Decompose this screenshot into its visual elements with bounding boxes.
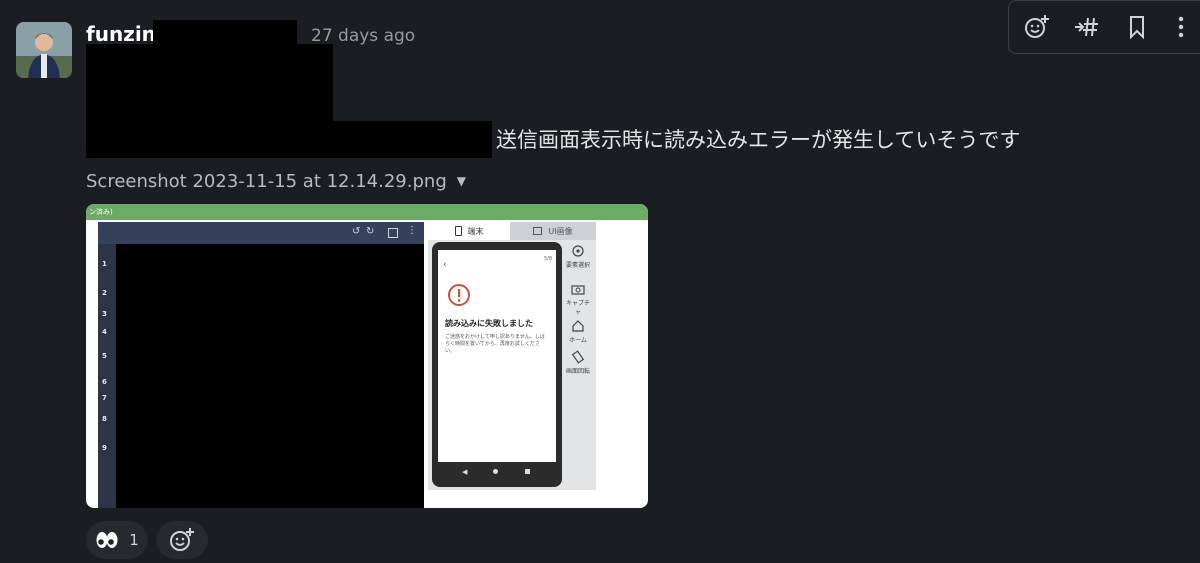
row-number: 7 xyxy=(102,394,107,402)
tool-capture: キャプチャ xyxy=(564,282,592,316)
back-arrow-icon: ‹ xyxy=(443,260,447,270)
attachment-filename-label: Screenshot 2023-11-15 at 12.14.29.png xyxy=(86,171,447,192)
redacted-block xyxy=(116,244,424,508)
tab-ui-image: UI画像 xyxy=(510,222,596,240)
tab-device: 端末 xyxy=(428,222,510,240)
more-actions-button[interactable] xyxy=(1161,7,1200,47)
row-number: 2 xyxy=(102,289,107,297)
tool-select-element: 要素選択 xyxy=(564,244,592,269)
row-number: 6 xyxy=(102,378,107,386)
device-screen: 5/8 ‹ 読み込みに失敗しました ご迷惑をおかけして申し訳ありません。しばらく… xyxy=(438,250,556,462)
forward-to-channel-button[interactable] xyxy=(1067,7,1107,47)
row-number: 3 xyxy=(102,310,107,318)
error-icon xyxy=(448,284,470,306)
bookmark-button[interactable] xyxy=(1117,7,1157,47)
more-icon: ⋮ xyxy=(407,225,417,236)
row-number: 1 xyxy=(102,260,107,268)
add-reaction-button[interactable] xyxy=(1017,7,1057,47)
attachment-filename[interactable]: Screenshot 2023-11-15 at 12.14.29.png ▼ xyxy=(86,171,466,192)
add-reaction-icon xyxy=(1025,15,1049,38)
avatar[interactable] xyxy=(16,22,72,78)
preview-editor-toolbar: ↺ ↻ ⋮ xyxy=(98,222,424,244)
eyes-emoji-icon xyxy=(95,531,119,549)
row-number: 4 xyxy=(102,328,107,336)
target-icon xyxy=(572,245,584,257)
image-icon xyxy=(533,227,543,235)
attachment-image[interactable]: ン済み) ↺ ↻ ⋮ 1 2 3 4 5 6 7 8 9 端末 UI画像 5/8… xyxy=(86,204,648,508)
add-reaction-button[interactable] xyxy=(156,521,208,559)
tool-select-element-label: 要素選択 xyxy=(565,262,590,269)
error-title: 読み込みに失敗しました xyxy=(445,319,533,328)
nav-back-icon: ◀ xyxy=(462,468,468,476)
home-icon xyxy=(572,320,584,332)
message-text: 送信画面表示時に読み込みエラーが発生していそうです xyxy=(496,128,1021,152)
timestamp[interactable]: 27 days ago xyxy=(311,26,415,46)
tool-capture-label: キャプチャ xyxy=(565,300,590,316)
tab-device-label: 端末 xyxy=(467,226,484,236)
row-number: 8 xyxy=(102,415,107,423)
forward-to-channel-icon xyxy=(1075,17,1098,37)
nav-recent-icon xyxy=(525,469,530,474)
row-number: 9 xyxy=(102,444,107,452)
tool-rotate: 画面回転 xyxy=(564,350,592,375)
add-reaction-icon xyxy=(170,528,194,551)
reaction-eyes[interactable]: 1 xyxy=(86,521,148,559)
reaction-count: 1 xyxy=(129,531,139,549)
tool-home: ホーム xyxy=(564,319,592,344)
redacted-block xyxy=(153,20,297,44)
redacted-block xyxy=(86,121,492,158)
tool-home-label: ホーム xyxy=(569,337,587,344)
nav-home-icon xyxy=(493,469,498,474)
chevron-down-icon[interactable]: ▼ xyxy=(457,174,466,188)
device-mockup: 5/8 ‹ 読み込みに失敗しました ご迷惑をおかけして申し訳ありません。しばらく… xyxy=(432,242,562,487)
message-actions-toolbar xyxy=(1008,0,1200,54)
tab-ui-image-label: UI画像 xyxy=(548,226,573,236)
redo-icon: ↻ xyxy=(366,226,375,237)
tool-rotate-label: 画面回転 xyxy=(565,368,590,375)
username[interactable]: funzin xyxy=(86,22,156,46)
phone-icon xyxy=(454,226,462,236)
camera-icon xyxy=(571,285,585,295)
row-number: 5 xyxy=(102,352,107,360)
preview-header-bar: ン済み) xyxy=(86,204,648,220)
error-body: ご迷惑をおかけして申し訳ありません。しばらく時間を置いてから、再度お試しください… xyxy=(445,334,545,354)
more-actions-icon xyxy=(1178,16,1184,38)
save-icon xyxy=(388,228,398,238)
status-bar-right: 5/8 xyxy=(543,256,552,262)
bookmark-icon xyxy=(1130,16,1144,40)
rotate-icon xyxy=(571,350,585,364)
undo-icon: ↺ xyxy=(352,226,361,237)
